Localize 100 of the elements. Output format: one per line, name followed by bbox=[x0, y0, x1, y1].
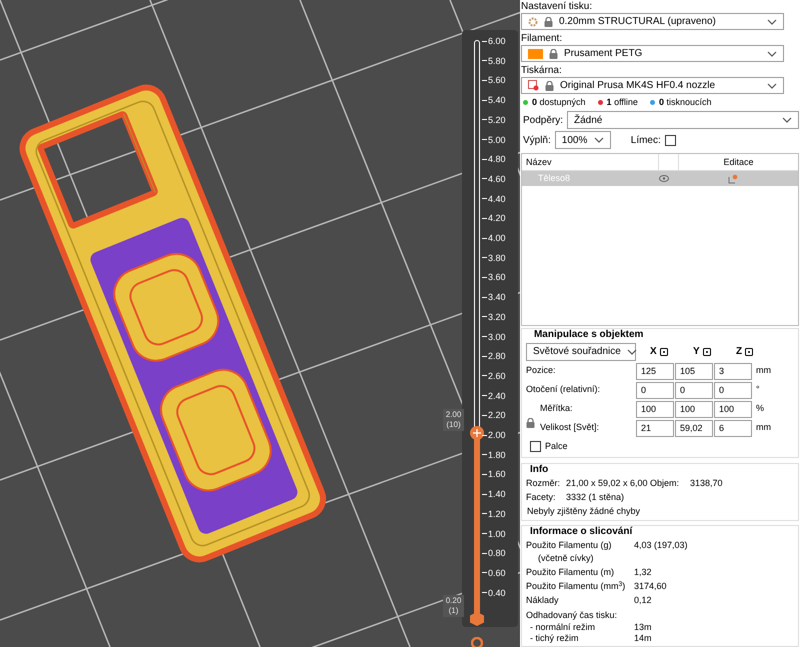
value-input[interactable]: 59,02 bbox=[674, 420, 713, 436]
info-value: 4,03 (197,03) bbox=[634, 539, 688, 552]
tick-mark bbox=[482, 454, 487, 456]
info-sublabel: (včetně cívky) bbox=[536, 552, 594, 565]
tick-label: 1.40 bbox=[488, 488, 506, 500]
value-input[interactable]: 100 bbox=[636, 400, 674, 418]
field-label: Tiskárna: bbox=[520, 64, 563, 77]
brim-checkbox[interactable] bbox=[664, 134, 676, 146]
tick-label: 3.40 bbox=[488, 291, 506, 304]
coordinates-dropdown[interactable]: Světové souřadnice bbox=[526, 342, 636, 360]
axis-label: Z bbox=[736, 345, 742, 359]
chevron-down-icon bbox=[782, 117, 792, 123]
tick-mark bbox=[482, 513, 487, 514]
unit-label: mm bbox=[756, 421, 771, 434]
3d-viewport[interactable]: 6.00 5.80 5.60 5.40 5.20 5.00 4.80 4.60 4.40 4.20 4.00 3.80 3.60 3.40 3.20 3.00 2.80 2.60 2.40 2.20 2.00 1.80 1.60 1.40 1.20 1.00 0.80 0.60 0.40 2.00 (10) 0.20 (1) bbox=[0, 0, 520, 647]
value-input[interactable]: 0 bbox=[636, 382, 674, 398]
value-input[interactable]: 0 bbox=[674, 382, 713, 398]
lock-icon bbox=[548, 48, 558, 58]
drop-to-bed-icon[interactable] bbox=[745, 348, 754, 356]
tick-mark bbox=[482, 494, 487, 495]
chevron-down-icon bbox=[766, 50, 777, 56]
chevron-down-icon bbox=[766, 82, 777, 88]
value-input[interactable]: 0 bbox=[714, 382, 752, 398]
field-label: Filament: bbox=[520, 32, 564, 45]
tick-label: 3.60 bbox=[488, 271, 506, 284]
tick-label: 3.80 bbox=[488, 252, 506, 264]
info-label: Rozměr: bbox=[526, 477, 561, 490]
edit-icon[interactable] bbox=[728, 174, 738, 184]
tick-mark bbox=[482, 316, 487, 318]
tick-mark bbox=[482, 178, 487, 180]
unit-label: mm bbox=[756, 364, 771, 378]
tick-mark bbox=[482, 40, 487, 42]
infill-dropdown[interactable]: 100% bbox=[554, 131, 611, 149]
lock-icon bbox=[526, 418, 535, 428]
tick-label: 1.20 bbox=[488, 508, 506, 520]
axis-label: X bbox=[650, 345, 657, 359]
tick-label: 1.00 bbox=[488, 528, 506, 540]
value-input[interactable]: 3 bbox=[714, 362, 752, 380]
section-title: Manipulace s objektem bbox=[532, 328, 644, 340]
value-input[interactable]: 105 bbox=[674, 362, 713, 380]
info-label: - normální režim bbox=[528, 622, 596, 633]
field-label: Nastavení tisku: bbox=[520, 0, 594, 13]
tick-mark bbox=[482, 257, 487, 258]
inches-checkbox[interactable] bbox=[530, 440, 541, 452]
field-label: Otočení (relativní): bbox=[526, 383, 600, 396]
value-input[interactable]: 100 bbox=[674, 400, 713, 418]
tick-label: 3.00 bbox=[488, 330, 506, 343]
tick-label: 2.80 bbox=[488, 350, 506, 362]
tick-label: 1.60 bbox=[488, 468, 506, 480]
tick-mark bbox=[482, 572, 487, 574]
supports-dropdown[interactable]: Žádné bbox=[567, 111, 799, 129]
tick-label: 0.80 bbox=[488, 547, 506, 560]
value-input[interactable]: 21 bbox=[636, 420, 674, 436]
tick-mark bbox=[482, 60, 487, 62]
drop-to-bed-icon[interactable] bbox=[660, 348, 668, 356]
section-title: Info bbox=[528, 464, 550, 476]
tick-mark bbox=[482, 533, 487, 534]
tick-label: 2.20 bbox=[488, 409, 506, 422]
unit-label: ° bbox=[756, 383, 760, 396]
eye-icon[interactable] bbox=[658, 175, 669, 182]
upper-handle[interactable] bbox=[470, 426, 484, 440]
lower-handle[interactable] bbox=[470, 612, 484, 626]
info-label: Odhadovaný čas tisku: bbox=[526, 609, 618, 622]
tick-mark bbox=[482, 238, 487, 239]
info-value: 3174,60 bbox=[634, 580, 667, 593]
tick-mark bbox=[482, 592, 487, 594]
tick-label: 2.40 bbox=[488, 390, 506, 402]
info-label: Použito Filamentu (m) bbox=[526, 566, 615, 579]
tick-label: 5.40 bbox=[488, 94, 506, 106]
print-settings-dropdown[interactable]: 0.20mm STRUCTURAL (upraveno) bbox=[520, 13, 784, 30]
printer-icon bbox=[528, 80, 539, 91]
tick-mark bbox=[482, 80, 487, 81]
info-message: Nebyly zjištěny žádné chyby bbox=[526, 505, 642, 518]
tick-mark bbox=[482, 198, 487, 200]
drop-to-bed-icon[interactable] bbox=[702, 348, 711, 356]
printer-dropdown[interactable]: Original Prusa MK4S HF0.4 nozzle bbox=[520, 77, 784, 94]
tick-label: 2.00 bbox=[488, 429, 506, 442]
chevron-down-icon bbox=[594, 137, 604, 143]
tick-mark bbox=[482, 158, 487, 160]
chevron-down-icon bbox=[626, 348, 637, 354]
info-label: Objem: bbox=[650, 477, 680, 490]
tick-mark bbox=[482, 395, 487, 396]
info-value: 14m bbox=[634, 633, 652, 644]
tick-mark bbox=[482, 356, 487, 357]
tick-label: 0.40 bbox=[488, 586, 506, 599]
tick-label: 4.00 bbox=[488, 232, 506, 244]
value-input[interactable]: 125 bbox=[636, 362, 674, 380]
info-label: Náklady bbox=[526, 594, 560, 607]
tick-mark bbox=[482, 296, 487, 298]
column-header: Editace bbox=[722, 156, 754, 169]
value-input[interactable]: 6 bbox=[714, 420, 752, 436]
tick-label: 5.20 bbox=[488, 114, 506, 126]
gear-icon bbox=[528, 16, 538, 26]
tick-mark bbox=[482, 434, 487, 436]
value-input[interactable]: 100 bbox=[714, 400, 752, 418]
layer-slider[interactable] bbox=[470, 40, 484, 626]
tick-label: 0.60 bbox=[488, 566, 506, 579]
tick-label: 4.40 bbox=[488, 192, 506, 205]
column-header: Název bbox=[522, 154, 659, 170]
filament-dropdown[interactable]: Prusament PETG bbox=[520, 45, 784, 62]
